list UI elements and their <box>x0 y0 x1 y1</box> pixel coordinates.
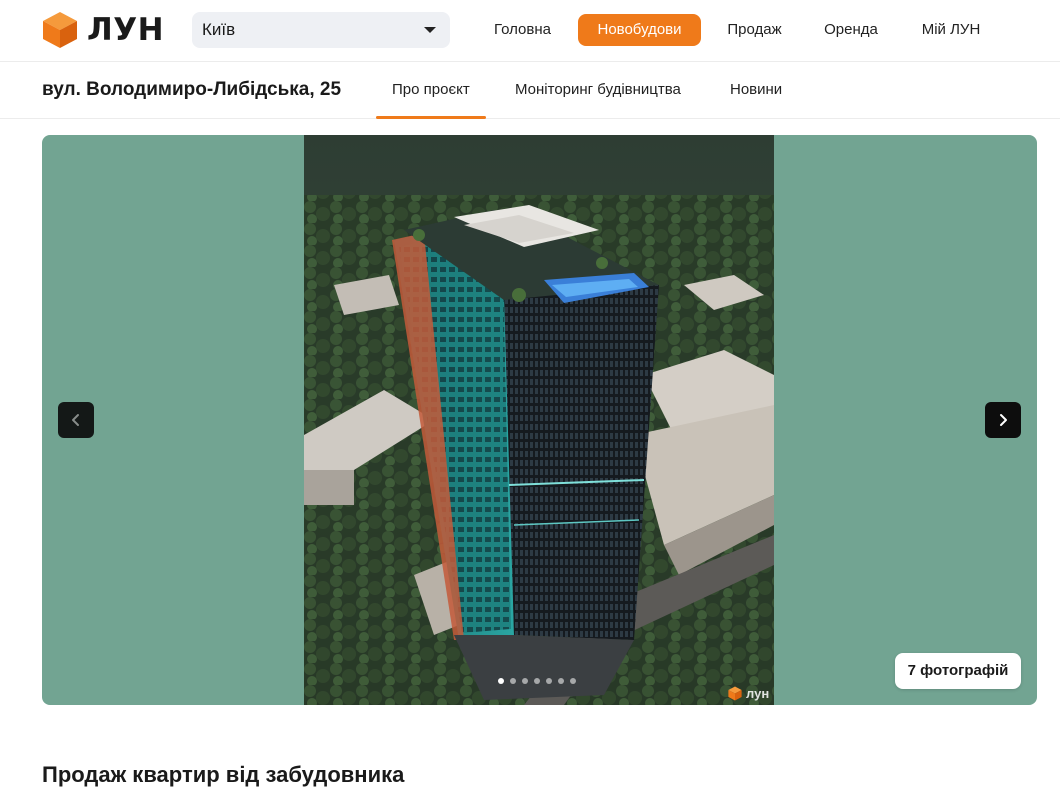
cube-logo-icon <box>43 12 77 48</box>
cube-watermark-icon <box>728 686 742 701</box>
tab-construction-monitoring[interactable]: Моніторинг будівництва <box>515 62 681 118</box>
gallery-dot[interactable] <box>534 678 540 684</box>
chevron-left-icon <box>72 414 79 426</box>
project-subheader: вул. Володимиро-Либідська, 25 Про проєкт… <box>0 62 1060 119</box>
gallery-dot[interactable] <box>522 678 528 684</box>
photo-gallery: лун 7 фотографій <box>42 135 1037 705</box>
caret-down-icon <box>424 27 436 33</box>
nav-item-home[interactable]: Головна <box>480 14 565 46</box>
gallery-dot[interactable] <box>570 678 576 684</box>
top-header: ЛУН Київ Головна Новобудови Продаж Оренд… <box>0 0 1060 62</box>
city-select[interactable]: Київ <box>192 12 450 48</box>
gallery-next-button[interactable] <box>985 402 1021 438</box>
tab-about-project[interactable]: Про проєкт <box>376 62 486 119</box>
project-address: вул. Володимиро-Либідська, 25 <box>42 79 342 100</box>
nav-item-new-buildings[interactable]: Новобудови <box>578 14 701 46</box>
nav-item-my-lun[interactable]: Мій ЛУН <box>907 14 995 46</box>
gallery-dot[interactable] <box>510 678 516 684</box>
tab-news[interactable]: Новини <box>730 62 782 118</box>
watermark-text: лун <box>746 686 770 701</box>
photo-count-button[interactable]: 7 фотографій <box>895 653 1021 689</box>
nav-item-sale[interactable]: Продаж <box>713 14 796 46</box>
city-select-value: Київ <box>202 20 236 39</box>
lun-watermark: лун <box>728 686 769 701</box>
gallery-dot[interactable] <box>558 678 564 684</box>
nav-item-rent[interactable]: Оренда <box>812 14 890 46</box>
logo-link[interactable]: ЛУН <box>42 11 164 49</box>
gallery-dot[interactable] <box>546 678 552 684</box>
gallery-dot[interactable] <box>498 678 504 684</box>
gallery-pagination <box>498 678 576 684</box>
sales-section-title: Продаж квартир від забудовника <box>42 762 405 787</box>
logo-text: ЛУН <box>87 12 165 48</box>
building-render-image[interactable] <box>304 135 774 705</box>
chevron-right-icon <box>1000 414 1007 426</box>
gallery-prev-button[interactable] <box>58 402 94 438</box>
